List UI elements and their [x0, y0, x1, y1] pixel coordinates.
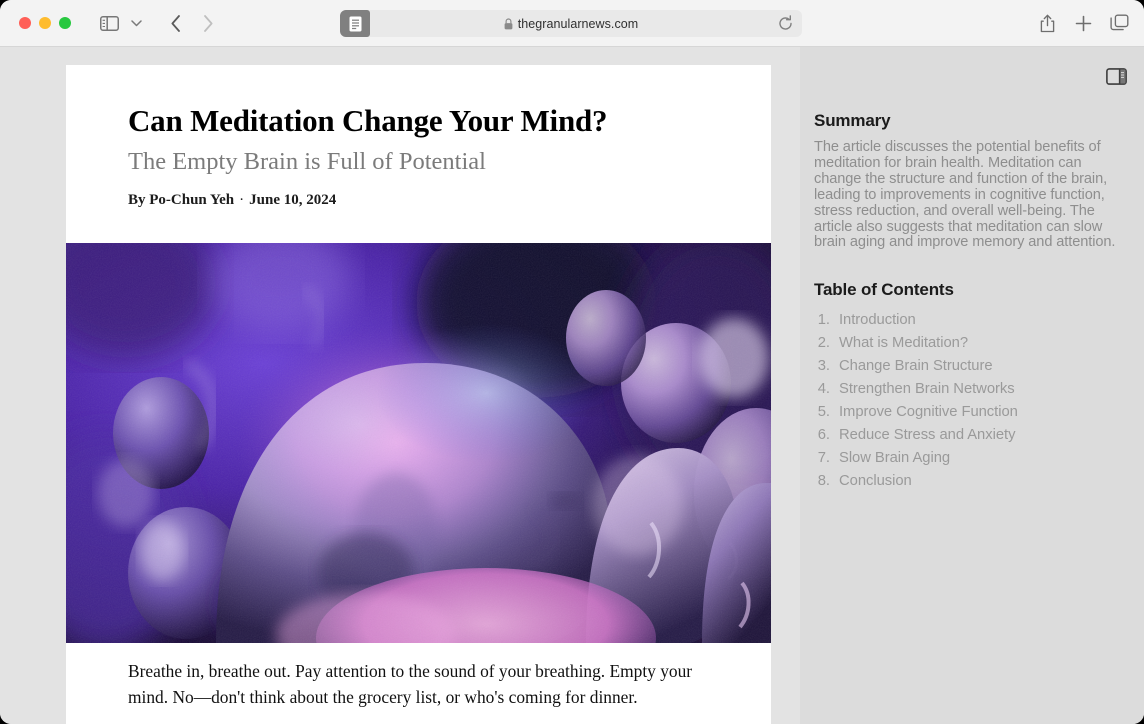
- toc-item-4[interactable]: 4. Strengthen Brain Networks: [814, 378, 1124, 401]
- sidebar-toggle-button[interactable]: [97, 10, 121, 36]
- toc-list: 1. Introduction 2. What is Meditation? 3…: [814, 309, 1124, 493]
- toc-number: 7.: [817, 450, 830, 467]
- toc-number: 8.: [817, 473, 830, 490]
- toc-item-6[interactable]: 6. Reduce Stress and Anxiety: [814, 424, 1124, 447]
- reader-side-panel: Summary The article discusses the potent…: [800, 47, 1144, 724]
- url-text: thegranularnews.com: [517, 16, 639, 31]
- toc-item-1[interactable]: 1. Introduction: [814, 309, 1124, 332]
- summary-text: The article discusses the potential bene…: [814, 139, 1116, 251]
- chevron-left-icon: [171, 14, 180, 32]
- browser-toolbar: thegranularnews.com: [0, 0, 1144, 47]
- toc-label: Change Brain Structure: [839, 358, 993, 375]
- reload-button[interactable]: [777, 15, 794, 32]
- maximize-button[interactable]: [59, 17, 71, 29]
- panel-toggle-button[interactable]: [1104, 65, 1128, 87]
- address-bar-container: thegranularnews.com: [340, 10, 802, 37]
- minimize-button[interactable]: [39, 17, 51, 29]
- article-date: June 10, 2024: [249, 191, 337, 208]
- lock-icon: [504, 17, 513, 29]
- toc-item-8[interactable]: 8. Conclusion: [814, 470, 1124, 493]
- toc-number: 4.: [817, 381, 830, 398]
- address-bar[interactable]: thegranularnews.com: [340, 10, 802, 37]
- sidebar-dropdown-button[interactable]: [127, 10, 145, 36]
- toc-label: Slow Brain Aging: [839, 450, 951, 467]
- toc-heading: Table of Contents: [814, 280, 954, 300]
- window-controls: [19, 17, 71, 29]
- byline-separator: ·: [239, 191, 245, 208]
- article-body-text: Breathe in, breathe out. Pay attention t…: [128, 661, 693, 707]
- toc-label: Conclusion: [839, 473, 912, 490]
- toc-number: 1.: [817, 312, 830, 329]
- share-icon: [1040, 14, 1054, 32]
- toc-item-2[interactable]: 2. What is Meditation?: [814, 332, 1124, 355]
- panel-content: Summary The article discusses the potent…: [814, 111, 1124, 493]
- article-subtitle: The Empty Brain is Full of Potential: [128, 148, 486, 176]
- toc-number: 2.: [817, 335, 830, 352]
- forward-button[interactable]: [197, 10, 219, 36]
- content-area: Can Meditation Change Your Mind? The Emp…: [0, 47, 1144, 724]
- sidebar-icon: [99, 15, 119, 31]
- plus-icon: [1075, 15, 1091, 31]
- article-title: Can Meditation Change Your Mind?: [128, 103, 608, 138]
- back-button[interactable]: [165, 10, 187, 36]
- reader-icon: [349, 16, 361, 31]
- toc-label: Strengthen Brain Networks: [839, 381, 1015, 398]
- summary-heading: Summary: [814, 111, 891, 130]
- toc-number: 5.: [817, 404, 830, 421]
- toc-item-3[interactable]: 3. Change Brain Structure: [814, 355, 1124, 378]
- share-button[interactable]: [1036, 10, 1058, 36]
- url-display: thegranularnews.com: [504, 17, 638, 31]
- close-button[interactable]: [19, 17, 31, 29]
- reader-mode-button[interactable]: [340, 10, 370, 37]
- toc-label: Reduce Stress and Anxiety: [839, 427, 1016, 444]
- browser-window: thegranularnews.com Can Meditation Chang…: [0, 0, 1144, 724]
- toc-number: 3.: [817, 358, 830, 375]
- article-card: Can Meditation Change Your Mind? The Emp…: [66, 65, 771, 724]
- chevron-right-icon: [204, 14, 213, 32]
- sidebar-right-icon: [1105, 67, 1127, 85]
- article-author: By Po-Chun Yeh: [128, 191, 235, 208]
- toc-label: Improve Cognitive Function: [839, 404, 1018, 421]
- tab-overview-button[interactable]: [1108, 10, 1130, 36]
- chevron-down-icon: [130, 19, 142, 26]
- reload-icon: [779, 15, 792, 30]
- new-tab-button[interactable]: [1072, 10, 1094, 36]
- toc-label: Introduction: [839, 312, 916, 329]
- article-byline: By Po-Chun Yeh · June 10, 2024: [128, 192, 727, 209]
- toc-item-7[interactable]: 7. Slow Brain Aging: [814, 447, 1124, 470]
- toc-item-5[interactable]: 5. Improve Cognitive Function: [814, 401, 1124, 424]
- tabs-icon: [1109, 14, 1128, 31]
- article-header: Can Meditation Change Your Mind? The Emp…: [66, 65, 771, 209]
- toolbar-actions: [1036, 10, 1130, 36]
- toc-number: 6.: [817, 427, 830, 444]
- article-hero-image: [66, 243, 771, 643]
- abstract-purple-heads-illustration: [66, 243, 771, 643]
- toc-label: What is Meditation?: [839, 335, 968, 352]
